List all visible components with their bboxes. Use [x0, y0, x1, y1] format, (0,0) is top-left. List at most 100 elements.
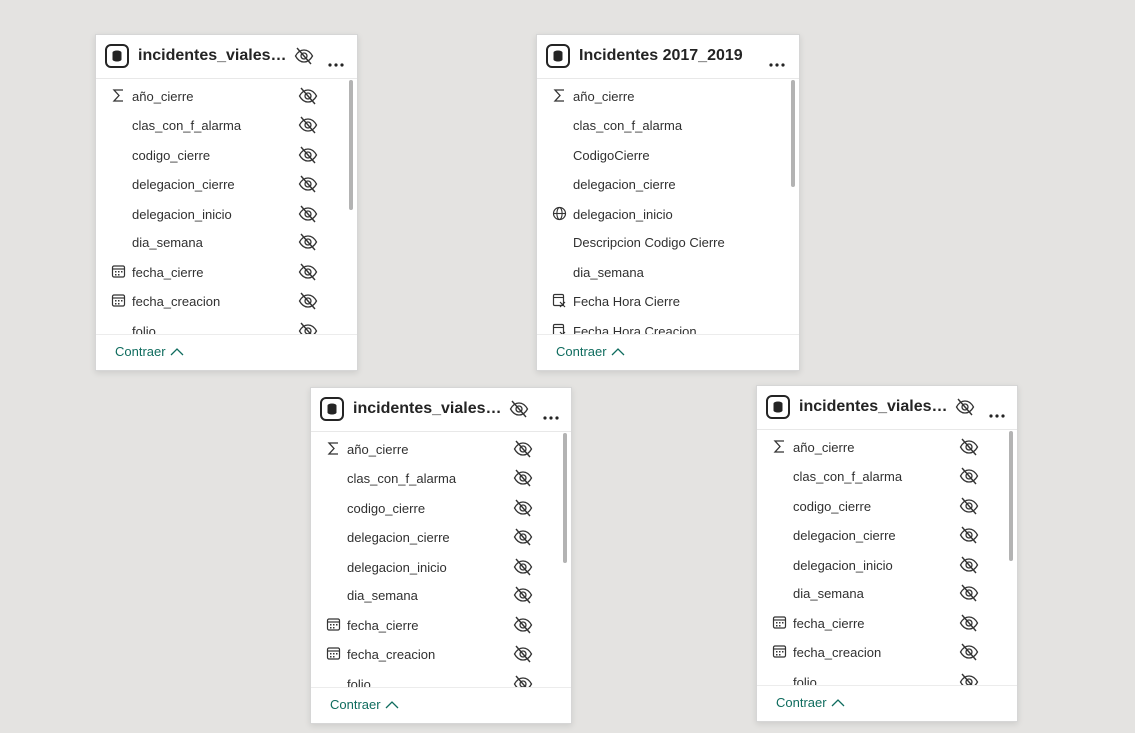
field-row[interactable]: delegacion_cierre — [96, 173, 357, 195]
hidden-eye-icon[interactable] — [513, 440, 533, 458]
field-row[interactable]: delegacion_inicio — [757, 554, 1017, 576]
field-label: fecha_cierre — [347, 618, 419, 633]
field-row[interactable]: dia_semana — [537, 261, 799, 283]
table-card-incidentes-viales-1[interactable]: incidentes_viales_2... año_cierre clas_c… — [95, 34, 358, 371]
hidden-eye-icon[interactable] — [959, 643, 979, 661]
collapse-label: Contraer — [115, 344, 166, 359]
field-row[interactable]: fecha_creacion — [757, 641, 1017, 663]
hidden-eye-icon[interactable] — [959, 497, 979, 515]
hidden-eye-icon[interactable] — [298, 233, 318, 251]
hidden-eye-icon[interactable] — [509, 400, 529, 418]
hidden-eye-icon[interactable] — [298, 263, 318, 281]
field-row[interactable]: delegacion_cierre — [757, 524, 1017, 546]
scrollbar[interactable] — [563, 433, 567, 688]
hidden-eye-icon[interactable] — [513, 645, 533, 663]
field-row[interactable]: Descripcion Codigo Cierre — [537, 231, 799, 253]
table-card-incidentes-viales-2[interactable]: incidentes_viales_2... año_cierre clas_c… — [310, 387, 572, 724]
field-row[interactable]: año_cierre — [537, 85, 799, 107]
field-row[interactable]: clas_con_f_alarma — [311, 467, 571, 489]
calendar-icon — [326, 617, 341, 632]
field-row[interactable]: delegacion_cierre — [311, 526, 571, 548]
field-row[interactable]: delegacion_inicio — [537, 203, 799, 225]
field-row[interactable]: codigo_cierre — [311, 497, 571, 519]
field-row[interactable]: clas_con_f_alarma — [757, 465, 1017, 487]
field-label: dia_semana — [132, 235, 203, 250]
field-list: año_cierre clas_con_f_alarma codigo_cier… — [311, 431, 571, 689]
field-row[interactable]: codigo_cierre — [757, 495, 1017, 517]
hidden-eye-icon[interactable] — [298, 116, 318, 134]
hidden-eye-icon[interactable] — [959, 614, 979, 632]
collapse-button[interactable]: Contraer — [330, 697, 399, 712]
field-row[interactable]: codigo_cierre — [96, 144, 357, 166]
field-row[interactable]: dia_semana — [311, 584, 571, 606]
hidden-eye-icon[interactable] — [959, 467, 979, 485]
hidden-eye-icon[interactable] — [513, 558, 533, 576]
field-row[interactable]: fecha_cierre — [96, 261, 357, 283]
hidden-eye-icon[interactable] — [955, 398, 975, 416]
collapse-button[interactable]: Contraer — [115, 344, 184, 359]
scrollbar[interactable] — [349, 80, 353, 335]
scrollbar-thumb[interactable] — [1009, 431, 1013, 561]
field-row[interactable]: delegacion_cierre — [537, 173, 799, 195]
hidden-eye-icon[interactable] — [959, 584, 979, 602]
field-row[interactable]: delegacion_inicio — [311, 556, 571, 578]
collapse-button[interactable]: Contraer — [776, 695, 845, 710]
hidden-eye-icon[interactable] — [959, 556, 979, 574]
table-card-incidentes-viales-3[interactable]: incidentes_viales_2... año_cierre clas_c… — [756, 385, 1018, 722]
card-header[interactable]: incidentes_viales_2... — [311, 388, 571, 432]
calendar-icon — [772, 615, 787, 630]
scrollbar-thumb[interactable] — [563, 433, 567, 563]
card-header[interactable]: Incidentes 2017_2019 — [537, 35, 799, 79]
more-options-icon[interactable] — [328, 54, 344, 67]
field-label: fecha_cierre — [793, 616, 865, 631]
hidden-eye-icon[interactable] — [513, 528, 533, 546]
hidden-eye-icon[interactable] — [298, 146, 318, 164]
more-options-icon[interactable] — [989, 405, 1005, 418]
calendar-icon — [326, 646, 341, 661]
more-options-icon[interactable] — [769, 54, 785, 67]
card-header[interactable]: incidentes_viales_2... — [96, 35, 357, 79]
field-row[interactable]: año_cierre — [96, 85, 357, 107]
field-label: delegacion_cierre — [793, 528, 896, 543]
field-row[interactable]: año_cierre — [311, 438, 571, 460]
table-card-incidentes-2017-2019[interactable]: Incidentes 2017_2019 año_cierre clas_con… — [536, 34, 800, 371]
field-row[interactable]: clas_con_f_alarma — [96, 114, 357, 136]
hidden-eye-icon[interactable] — [959, 526, 979, 544]
field-row[interactable]: delegacion_inicio — [96, 203, 357, 225]
field-row[interactable]: fecha_creacion — [311, 643, 571, 665]
hidden-eye-icon[interactable] — [959, 438, 979, 456]
field-row[interactable]: fecha_creacion — [96, 290, 357, 312]
hidden-eye-icon[interactable] — [298, 292, 318, 310]
database-icon — [766, 395, 790, 419]
field-row[interactable]: fecha_cierre — [757, 612, 1017, 634]
scrollbar-thumb[interactable] — [349, 80, 353, 210]
sigma-icon — [326, 441, 341, 456]
calendar-icon — [772, 644, 787, 659]
more-options-icon[interactable] — [543, 407, 559, 420]
field-row[interactable]: CodigoCierre — [537, 144, 799, 166]
database-icon — [105, 44, 129, 68]
field-row[interactable]: dia_semana — [96, 231, 357, 253]
field-label: dia_semana — [347, 588, 418, 603]
field-row[interactable]: fecha_cierre — [311, 614, 571, 636]
scrollbar[interactable] — [1009, 431, 1013, 686]
hidden-eye-icon[interactable] — [513, 469, 533, 487]
field-row[interactable]: año_cierre — [757, 436, 1017, 458]
sigma-icon — [772, 439, 787, 454]
scrollbar[interactable] — [791, 80, 795, 335]
field-row[interactable]: Fecha Hora Cierre — [537, 290, 799, 312]
hidden-eye-icon[interactable] — [513, 499, 533, 517]
field-label: año_cierre — [573, 89, 635, 104]
hidden-eye-icon[interactable] — [298, 205, 318, 223]
field-row[interactable]: clas_con_f_alarma — [537, 114, 799, 136]
hidden-eye-icon[interactable] — [298, 175, 318, 193]
card-header[interactable]: incidentes_viales_2... — [757, 386, 1017, 430]
hidden-eye-icon[interactable] — [298, 87, 318, 105]
field-label: año_cierre — [347, 442, 409, 457]
scrollbar-thumb[interactable] — [791, 80, 795, 187]
field-row[interactable]: dia_semana — [757, 582, 1017, 604]
hidden-eye-icon[interactable] — [513, 616, 533, 634]
collapse-button[interactable]: Contraer — [556, 344, 625, 359]
hidden-eye-icon[interactable] — [513, 586, 533, 604]
hidden-eye-icon[interactable] — [294, 47, 314, 65]
